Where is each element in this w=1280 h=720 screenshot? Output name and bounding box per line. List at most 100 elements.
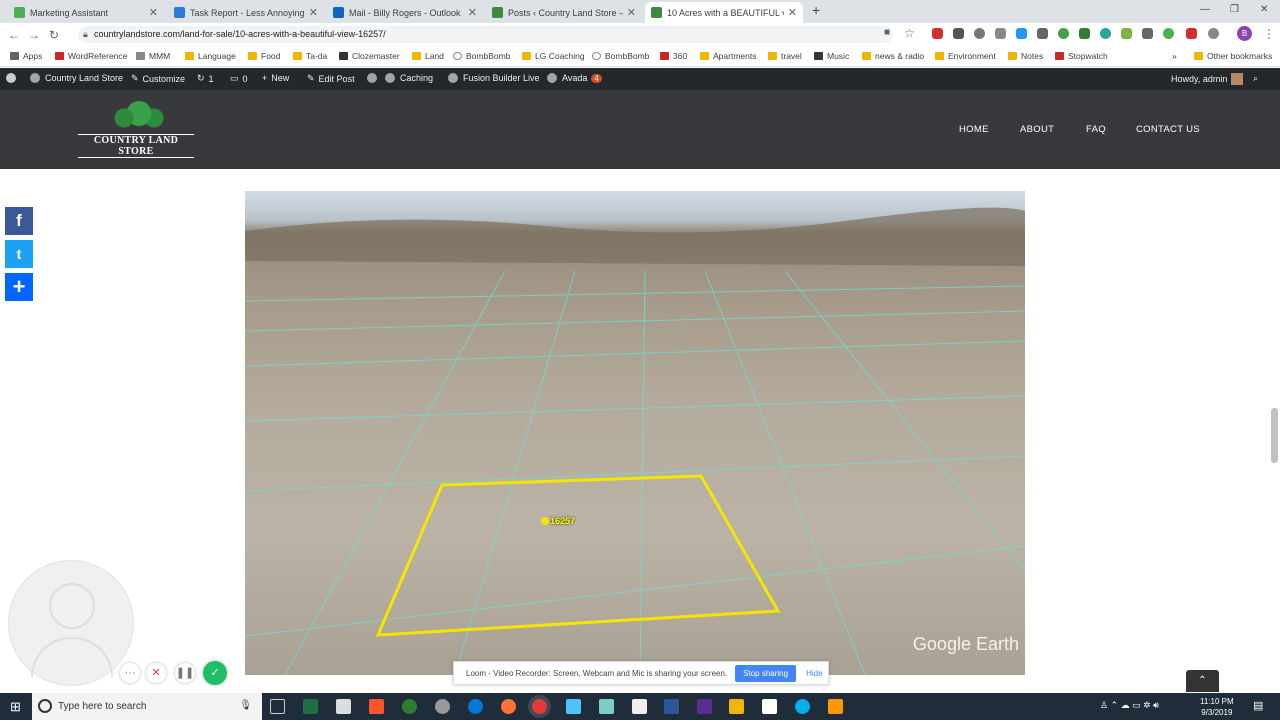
app-icon[interactable]	[828, 699, 843, 714]
close-icon[interactable]: ✕	[468, 6, 477, 19]
bookmark-item[interactable]: Clozemaster	[339, 51, 400, 61]
edge-icon[interactable]	[468, 699, 483, 714]
wp-customize-link[interactable]: ✎ Customize	[131, 73, 185, 84]
notepad-icon[interactable]	[762, 699, 777, 714]
bookmark-item[interactable]: news & radio	[862, 51, 924, 61]
wordpress-logo-icon[interactable]	[6, 73, 21, 83]
wp-comments-link[interactable]: ▭ 0	[230, 73, 248, 84]
loom-webcam-bubble[interactable]	[8, 560, 134, 686]
tab-current-listing[interactable]: 10 Acres with a BEAUTIFUL view! ✕	[645, 2, 803, 23]
minimize-icon[interactable]: —	[1200, 4, 1210, 15]
firefox-icon[interactable]	[501, 699, 516, 714]
calculator-icon[interactable]	[632, 699, 647, 714]
star-icon[interactable]: ☆	[904, 26, 915, 40]
tab-task-report[interactable]: Task Report - Less Annoying CRM ✕	[168, 2, 324, 23]
new-tab-button[interactable]: +	[812, 2, 820, 18]
close-icon[interactable]: ✕	[149, 6, 158, 19]
bookmark-item[interactable]: Apps	[10, 51, 42, 61]
app-icon[interactable]	[599, 699, 614, 714]
more-bookmarks-icon[interactable]: »	[1172, 51, 1177, 61]
maximize-icon[interactable]: ❐	[1230, 4, 1239, 15]
page-scrollbar[interactable]	[1271, 408, 1278, 463]
globe-app-icon[interactable]	[435, 699, 450, 714]
notification-icon[interactable]: ▤	[1253, 699, 1263, 712]
menu-dots-icon[interactable]: ⋮	[1263, 27, 1275, 41]
bookmark-item[interactable]: Language	[185, 51, 236, 61]
bookmark-item[interactable]: Apartments	[700, 51, 756, 61]
tab-marketing-assistant[interactable]: Marketing Assistant ✕	[8, 2, 164, 23]
url-input[interactable]: 🔒︎ countrylandstore.com/land-for-sale/10…	[78, 26, 893, 43]
extension-icon[interactable]	[1163, 28, 1174, 39]
calculator-app-icon[interactable]	[336, 699, 351, 714]
close-icon[interactable]: ✕	[627, 6, 636, 19]
close-icon[interactable]: ✕	[309, 6, 318, 19]
extension-icon[interactable]	[1079, 28, 1090, 39]
close-icon[interactable]: ✕	[788, 6, 797, 19]
wp-fusion-builder-link[interactable]: Fusion Builder Live	[448, 73, 540, 83]
extension-icon[interactable]	[953, 28, 964, 39]
bookmark-item[interactable]: Environment	[935, 51, 996, 61]
facebook-icon[interactable]: f	[5, 207, 33, 235]
extension-icon[interactable]	[1142, 28, 1153, 39]
cancel-recording-icon[interactable]: ✕	[146, 663, 166, 683]
bookmark-item[interactable]: LG Coaching	[522, 51, 585, 61]
pause-icon[interactable]: ❚❚	[175, 663, 195, 683]
twitter-icon[interactable]: t	[5, 240, 33, 268]
task-view-icon[interactable]	[270, 699, 285, 714]
excel-icon[interactable]	[303, 699, 318, 714]
app-icon[interactable]	[697, 699, 712, 714]
share-plus-icon[interactable]: +	[5, 273, 33, 301]
wp-howdy-user[interactable]: Howdy, admin	[1171, 73, 1244, 85]
bookmark-item[interactable]: Music	[814, 51, 849, 61]
bookmark-item[interactable]: BombBomb	[453, 51, 510, 61]
site-logo[interactable]: COUNTRY LAND STORE	[78, 100, 194, 158]
scroll-to-top-button[interactable]: ⌃	[1186, 670, 1219, 692]
extension-icon[interactable]	[995, 28, 1006, 39]
skype-icon[interactable]	[795, 699, 810, 714]
nav-faq[interactable]: FAQ	[1086, 124, 1106, 135]
forward-icon[interactable]: →	[24, 28, 44, 42]
bookmark-item[interactable]: Land	[412, 51, 444, 61]
finish-recording-icon[interactable]: ✓	[203, 661, 227, 685]
tab-outlook[interactable]: Mail - Billy Rogers - Outlook ✕	[327, 2, 483, 23]
nav-home[interactable]: HOME	[959, 124, 989, 135]
bookmark-item[interactable]: Notes	[1008, 51, 1043, 61]
wp-edit-post-link[interactable]: ✎ Edit Post	[307, 73, 355, 84]
window-close-icon[interactable]: ✕	[1260, 4, 1268, 15]
nav-about[interactable]: ABOUT	[1020, 124, 1054, 135]
mic-icon[interactable]: 🎙︎	[239, 700, 252, 711]
system-tray-icons[interactable]: ♙ ⌃ ☁ ▭ ✲ 🔊︎	[1100, 700, 1159, 711]
bookmark-item[interactable]: WordReference	[55, 51, 127, 61]
yoast-icon[interactable]	[367, 73, 382, 83]
bookmark-item[interactable]: Ta-da	[293, 51, 327, 61]
bookmark-item[interactable]: travel	[768, 51, 802, 61]
bookmark-item[interactable]: 360	[660, 51, 687, 61]
bookmark-item[interactable]: Stopwatch	[1055, 51, 1108, 61]
search-icon[interactable]: ⌕	[1253, 73, 1258, 84]
extension-icon[interactable]	[1121, 28, 1132, 39]
more-options-icon[interactable]: ···	[120, 663, 140, 683]
stop-sharing-button[interactable]: Stop sharing	[735, 664, 797, 682]
taskbar-search-input[interactable]: Type here to search 🎙︎	[32, 693, 262, 720]
extension-icon[interactable]	[1100, 28, 1111, 39]
wp-updates-link[interactable]: ↻ 1	[197, 73, 214, 84]
wp-site-link[interactable]: Country Land Store	[30, 73, 123, 83]
extension-icon[interactable]	[1208, 28, 1219, 39]
profile-avatar[interactable]: B	[1237, 26, 1252, 41]
extension-icon[interactable]	[974, 28, 985, 39]
wp-caching-link[interactable]: Caching	[385, 73, 433, 83]
maps-app-icon[interactable]	[402, 699, 417, 714]
back-icon[interactable]: ←	[4, 28, 24, 42]
taskbar-clock[interactable]: 11:10 PM 9/3/2019	[1200, 696, 1234, 718]
app-icon[interactable]	[566, 699, 581, 714]
hide-button[interactable]: Hide	[806, 669, 822, 678]
nav-contact-us[interactable]: CONTACT US	[1136, 124, 1200, 135]
chrome-icon[interactable]	[532, 699, 547, 714]
bookmark-item[interactable]: BombBomb	[592, 51, 649, 61]
camera-icon[interactable]: ■	[884, 27, 890, 38]
file-explorer-icon[interactable]	[729, 699, 744, 714]
tab-posts[interactable]: Posts ‹ Country Land Store — W ✕	[486, 2, 642, 23]
other-bookmarks[interactable]: Other bookmarks	[1194, 51, 1272, 61]
word-icon[interactable]	[664, 699, 679, 714]
extension-icon[interactable]	[932, 28, 943, 39]
